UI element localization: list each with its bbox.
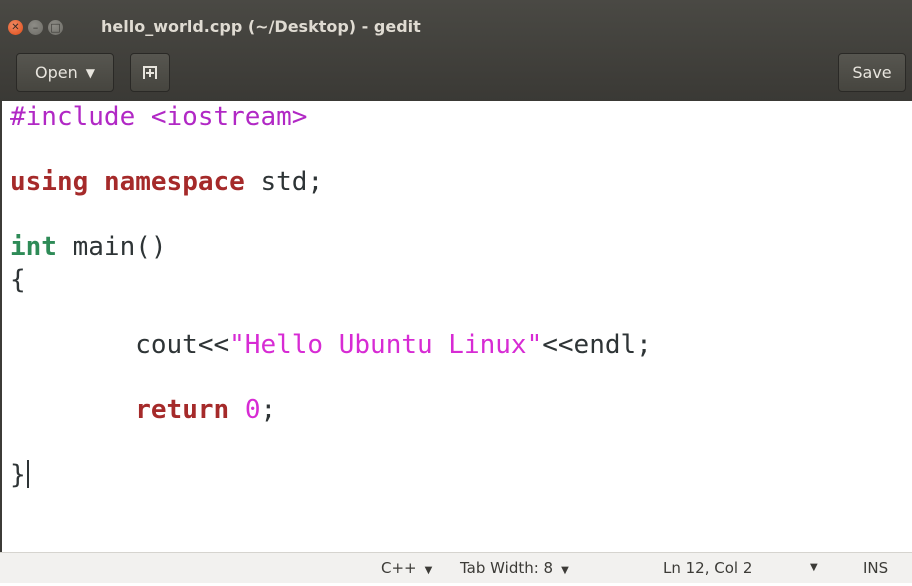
language-label: C++ xyxy=(381,559,417,577)
code-token-type: int xyxy=(10,232,57,262)
code-line[interactable]: { xyxy=(10,264,652,297)
save-button[interactable]: Save xyxy=(838,53,906,92)
code-line[interactable]: return 0; xyxy=(10,394,652,427)
code-line[interactable]: using namespace std; xyxy=(10,166,652,199)
code-token-kw: using xyxy=(10,167,89,197)
code-text: { xyxy=(10,264,26,295)
chevron-down-icon: ▼ xyxy=(424,565,433,576)
code-token-kw: namespace xyxy=(103,167,245,197)
minimize-window-icon[interactable]: – xyxy=(28,20,43,35)
new-document-button[interactable] xyxy=(130,53,170,92)
code-line[interactable]: #include <iostream> xyxy=(10,101,652,134)
title-bar: ✕ – □ hello_world.cpp (~/Desktop) - gedi… xyxy=(0,0,912,101)
maximize-window-icon[interactable]: □ xyxy=(48,20,63,35)
code-line[interactable] xyxy=(10,296,652,329)
gedit-window: ✕ – □ hello_world.cpp (~/Desktop) - gedi… xyxy=(0,0,912,583)
close-window-icon[interactable]: ✕ xyxy=(8,20,23,35)
insert-mode-indicator[interactable]: INS xyxy=(863,553,888,583)
chevron-down-icon: ▼ xyxy=(85,65,95,80)
code-text: ; xyxy=(260,394,277,425)
tab-width-label: Tab Width: 8 xyxy=(460,559,554,577)
language-selector[interactable]: C++ ▼ xyxy=(381,553,432,583)
code-line[interactable]: cout<<"Hello Ubuntu Linux"<<endl; xyxy=(10,329,652,362)
code-line[interactable] xyxy=(10,426,652,459)
code-token-preproc: #include <iostream> xyxy=(10,102,308,132)
code-token-num: 0 xyxy=(244,394,261,425)
text-editor-area[interactable]: #include <iostream> using namespace std; i… xyxy=(0,101,912,552)
code-text: <<endl; xyxy=(542,329,652,360)
open-button[interactable]: Open ▼ xyxy=(16,53,114,92)
new-tab-icon xyxy=(143,66,157,79)
chevron-down-icon[interactable]: ▼ xyxy=(810,553,818,583)
window-title: hello_world.cpp (~/Desktop) - gedit xyxy=(101,17,421,36)
code-line[interactable]: int main() xyxy=(10,231,652,264)
code-line[interactable] xyxy=(10,361,652,394)
code-text: main() xyxy=(56,232,167,262)
chevron-down-icon: ▼ xyxy=(561,565,569,576)
code-line[interactable] xyxy=(10,134,652,167)
code-line[interactable] xyxy=(10,199,652,232)
code-content[interactable]: #include <iostream> using namespace std; i… xyxy=(10,101,652,491)
status-bar: C++ ▼ Tab Width: 8 ▼ Ln 12, Col 2 ▼ INS xyxy=(0,552,912,583)
text-cursor xyxy=(26,459,29,488)
code-line[interactable]: } xyxy=(10,459,652,492)
code-token-string: "Hello Ubuntu Linux" xyxy=(229,329,543,360)
open-button-label: Open xyxy=(35,63,78,82)
code-text: cout<< xyxy=(10,329,230,360)
code-text: std; xyxy=(244,167,324,197)
tab-width-selector[interactable]: Tab Width: 8 ▼ xyxy=(460,553,569,583)
code-token-kw: return xyxy=(135,394,230,425)
code-text: } xyxy=(10,459,26,490)
cursor-position[interactable]: Ln 12, Col 2 xyxy=(663,553,752,583)
